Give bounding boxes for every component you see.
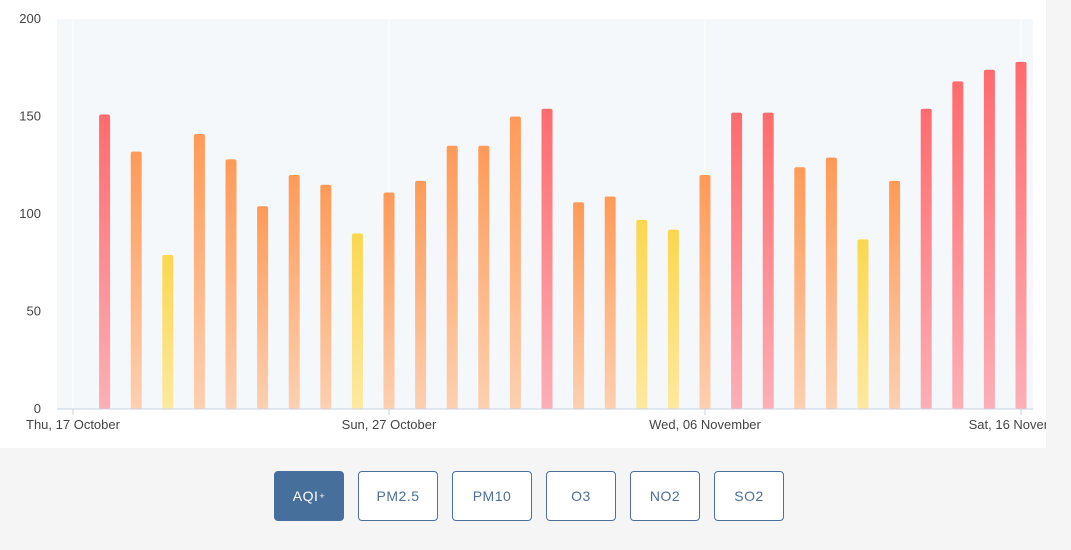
aqi-bar [478, 145, 490, 409]
x-tick-label: Sat, 16 November [969, 417, 1046, 432]
aqi-bar [320, 184, 332, 409]
y-tick-label: 150 [19, 109, 41, 124]
aqi-bar [920, 108, 932, 409]
o3-button-label: O3 [571, 488, 591, 504]
aqi-bar [509, 116, 521, 409]
aqi-bar [667, 229, 679, 409]
aqi-bar [636, 219, 648, 409]
aqi-bar [415, 180, 427, 409]
so2-button-label: SO2 [734, 488, 764, 504]
aqi-bar [446, 145, 458, 409]
x-tick-label: Thu, 17 October [26, 417, 121, 432]
aqi-bar [225, 159, 237, 409]
aqi-bar [857, 239, 869, 409]
aqi-bar [762, 112, 774, 409]
aqi-button-suffix: + [319, 491, 326, 501]
no2-button[interactable]: NO2 [630, 471, 700, 521]
y-tick-label: 100 [19, 206, 41, 221]
aqi-button-label: AQI [292, 488, 319, 504]
aqi-bar [825, 157, 837, 409]
y-tick-label: 0 [34, 401, 41, 416]
aqi-bar [604, 196, 616, 409]
aqi-bar [952, 81, 964, 410]
aqi-bar [257, 206, 269, 409]
aqi-bar [193, 134, 205, 410]
y-tick-label: 200 [19, 11, 41, 26]
aqi-bar [130, 151, 142, 409]
aqi-bar [889, 180, 901, 409]
no2-button-label: NO2 [649, 488, 681, 504]
aqi-bar [731, 112, 743, 409]
aqi-bar-chart: 0 50 100 150 200 Thu, 17 October Sun, 27 Octob… [19, 11, 1046, 432]
aqi-button[interactable]: AQI + [274, 471, 344, 521]
aqi-bar [541, 108, 553, 409]
aqi-bar [983, 69, 995, 409]
y-tick-label: 50 [27, 304, 41, 319]
pm10-button-label: PM10 [472, 488, 512, 504]
aqi-bar [288, 175, 300, 409]
aqi-bar [794, 167, 806, 409]
o3-button[interactable]: O3 [546, 471, 616, 521]
chart-card: 0 50 100 150 200 Thu, 17 October Sun, 27 Octob… [0, 0, 1046, 448]
x-tick-label: Wed, 06 November [649, 417, 761, 432]
aqi-bar [1015, 61, 1027, 410]
aqi-bar [699, 175, 711, 409]
so2-button[interactable]: SO2 [714, 471, 784, 521]
aqi-bar [99, 114, 111, 410]
pm25-button-label: PM2.5 [376, 488, 420, 504]
x-tick-label: Sun, 27 October [342, 417, 437, 432]
pollutant-toolbar: AQI + PM2.5 PM10 O3 NO2 SO2 [274, 471, 784, 521]
aqi-bar [573, 202, 585, 409]
pm25-button[interactable]: PM2.5 [358, 471, 438, 521]
aqi-bar [351, 233, 363, 409]
aqi-bar [383, 192, 395, 409]
aqi-bar [162, 254, 174, 409]
pm10-button[interactable]: PM10 [452, 471, 532, 521]
